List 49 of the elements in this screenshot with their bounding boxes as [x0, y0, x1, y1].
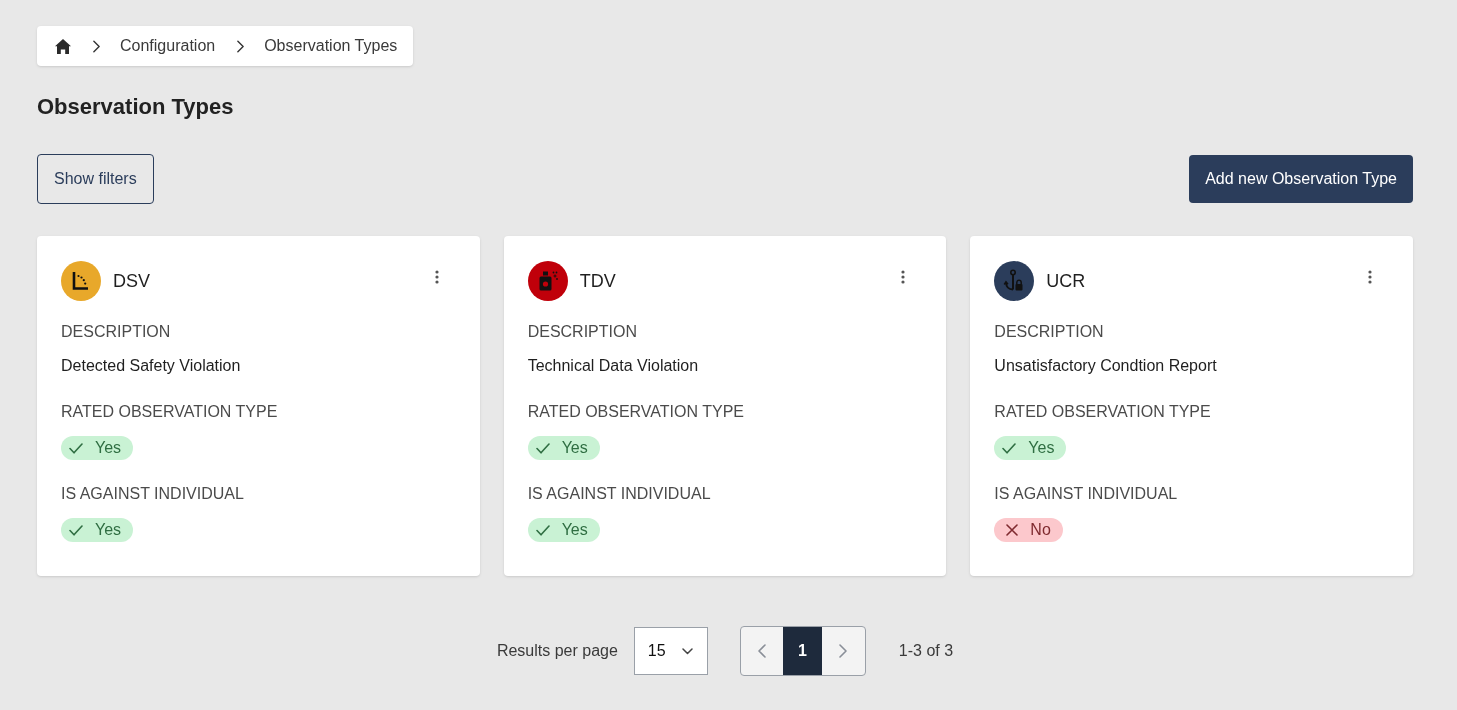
field-label: DESCRIPTION [527, 322, 637, 342]
kebab-menu-icon [1368, 270, 1372, 284]
chevron-right-icon [93, 39, 100, 53]
close-icon [1006, 524, 1019, 536]
field-value: Technical Data Violation [527, 356, 699, 376]
field-value: Unsatisfactory Condtion Report [994, 356, 1217, 376]
card-title: DSV [113, 270, 150, 293]
breadcrumb-link[interactable]: Configuration [120, 36, 216, 56]
field-label: IS AGAINST INDIVIDUAL [994, 484, 1178, 504]
yes-badge: Yes [527, 518, 600, 542]
page-title: Observation Types [37, 93, 235, 121]
more-options-button[interactable] [433, 269, 440, 285]
field-label: IS AGAINST INDIVIDUAL [61, 484, 244, 504]
more-options-button[interactable] [900, 269, 907, 285]
kebab-menu-icon [434, 270, 439, 284]
field-label: IS AGAINST INDIVIDUAL [527, 484, 711, 504]
chevron-down-icon [681, 647, 693, 655]
results-per-page-label: Results per page [496, 641, 618, 661]
check-icon [69, 442, 83, 454]
field-label: RATED OBSERVATION TYPE [61, 402, 278, 422]
yes-badge: Yes [61, 518, 134, 542]
show-filters-button[interactable]: Show filters [37, 154, 154, 204]
yes-badge: Yes [61, 436, 134, 460]
chevron-right-icon [839, 644, 848, 658]
check-icon [1002, 442, 1017, 454]
card-title: TDV [579, 270, 616, 293]
yes-badge: Yes [994, 436, 1067, 460]
add-observation-type-button[interactable]: Add new Observation Type [1189, 155, 1413, 203]
chevron-right-icon [237, 39, 245, 53]
kebab-menu-icon [901, 270, 906, 284]
field-label: RATED OBSERVATION TYPE [994, 402, 1211, 422]
check-icon [535, 442, 550, 454]
field-value: Detected Safety Violation [61, 356, 241, 376]
yes-badge: Yes [527, 436, 600, 460]
field-label: RATED OBSERVATION TYPE [527, 402, 744, 422]
home-icon [55, 38, 71, 54]
field-label: DESCRIPTION [61, 322, 171, 342]
breadcrumb-current: Observation Types [264, 36, 398, 56]
check-icon [69, 524, 83, 536]
card-title: UCR [1046, 270, 1086, 293]
home-link[interactable] [55, 38, 71, 54]
check-icon [535, 524, 550, 536]
results-range: 1-3 of 3 [898, 641, 954, 661]
more-options-button[interactable] [1367, 269, 1373, 285]
per-page-select[interactable]: 15 [633, 627, 708, 675]
chevron-left-icon [757, 644, 766, 658]
field-label: DESCRIPTION [994, 322, 1104, 342]
no-badge: No [994, 518, 1063, 542]
page-button[interactable]: 1 [782, 627, 822, 675]
